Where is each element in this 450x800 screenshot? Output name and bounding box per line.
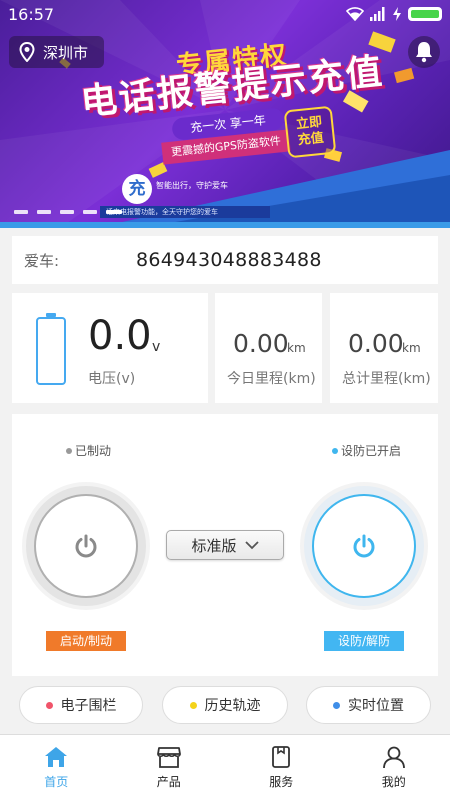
control-panel: 已制动 设防已开启 标准版 启动/制动 设防/解防 xyxy=(12,414,438,676)
power-icon xyxy=(75,534,97,558)
total-mileage-card: 0.00 km 总计里程(km) xyxy=(330,293,438,403)
geofence-button[interactable]: 电子围栏 xyxy=(19,686,143,724)
status-bar: 16:57 xyxy=(0,0,450,32)
promo-tagline: 智能出行，守护爱车 xyxy=(156,181,228,190)
alarm-status: 设防已开启 xyxy=(332,442,401,459)
history-track-dot xyxy=(189,701,197,709)
engine-status: 已制动 xyxy=(66,442,111,459)
vehicle-label: 爱车: xyxy=(24,251,60,270)
today-mileage-label: 今日里程(km) xyxy=(227,371,316,387)
status-icons xyxy=(346,7,442,21)
tab-home-label: 首页 xyxy=(44,775,69,789)
charging-icon xyxy=(393,7,401,21)
voltage-value: 0.0 xyxy=(88,313,152,359)
tab-services-label: 服务 xyxy=(269,775,294,789)
chevron-down-icon xyxy=(244,540,259,549)
bottom-tab-bar: 首页 产品 服务 我的 xyxy=(0,734,450,800)
notification-button[interactable] xyxy=(408,36,440,68)
voltage-card: 0.0 v 电压(v) xyxy=(12,293,208,403)
engine-action-button[interactable]: 启动/制动 xyxy=(46,631,126,651)
location-pin-icon xyxy=(19,42,35,62)
version-selected: 标准版 xyxy=(191,536,237,555)
tab-services[interactable]: 服务 xyxy=(225,735,338,800)
total-mileage-unit: km xyxy=(402,341,421,355)
version-dropdown[interactable]: 标准版 xyxy=(166,530,284,560)
bell-icon xyxy=(416,42,432,63)
engine-status-text: 已制动 xyxy=(75,444,112,458)
tab-home[interactable]: 首页 xyxy=(0,735,113,800)
city-name: 深圳市 xyxy=(43,43,89,62)
alarm-toggle[interactable] xyxy=(304,486,424,606)
pager-dot-active[interactable] xyxy=(106,210,122,214)
tab-profile[interactable]: 我的 xyxy=(338,735,450,800)
wifi-icon xyxy=(346,7,364,21)
tab-products[interactable]: 产品 xyxy=(113,735,226,800)
total-mileage-value: 0.00 xyxy=(348,329,404,358)
today-mileage-unit: km xyxy=(287,341,306,355)
alarm-action-button[interactable]: 设防/解防 xyxy=(324,631,404,651)
history-track-button[interactable]: 历史轨迹 xyxy=(162,686,288,724)
geofence-dot xyxy=(45,701,53,709)
total-mileage-label: 总计里程(km) xyxy=(342,371,431,387)
voltage-unit: v xyxy=(152,339,161,355)
pager-dot[interactable] xyxy=(83,210,97,214)
history-track-label: 历史轨迹 xyxy=(204,698,261,714)
alarm-status-dot xyxy=(332,447,338,454)
power-icon xyxy=(353,534,375,558)
voltage-label: 电压(v) xyxy=(88,371,136,387)
battery-icon xyxy=(408,7,442,21)
promo-logo: 充 xyxy=(122,174,152,204)
city-selector[interactable]: 深圳市 xyxy=(9,36,104,68)
pager-dot[interactable] xyxy=(37,210,51,214)
person-icon xyxy=(382,746,405,769)
alarm-status-text: 设防已开启 xyxy=(341,444,402,458)
promo-strip-text: 话来电报警功能，全天守护您的爱车 xyxy=(100,206,270,218)
promo-cta-button[interactable]: 立即 充值 xyxy=(283,105,337,159)
engine-status-dot xyxy=(66,447,72,454)
signal-icon xyxy=(370,7,385,21)
realtime-location-label: 实时位置 xyxy=(348,698,404,714)
tab-profile-label: 我的 xyxy=(381,775,406,789)
battery-level-icon xyxy=(36,313,66,385)
pager-dot[interactable] xyxy=(14,210,28,214)
vehicle-card[interactable]: 爱车: 864943048883488 xyxy=(12,236,438,284)
geofence-label: 电子围栏 xyxy=(60,698,117,714)
banner-pager xyxy=(14,210,122,214)
tab-products-label: 产品 xyxy=(156,775,181,789)
home-icon xyxy=(45,747,68,767)
engine-toggle[interactable] xyxy=(26,486,146,606)
vehicle-id: 864943048883488 xyxy=(136,249,322,271)
realtime-location-button[interactable]: 实时位置 xyxy=(306,686,431,724)
today-mileage-card: 0.00 km 今日里程(km) xyxy=(215,293,322,403)
banner-bottom-band xyxy=(0,222,450,228)
promo-cta-line2: 充值 xyxy=(297,130,325,149)
bookmark-icon xyxy=(272,746,291,768)
pager-dot[interactable] xyxy=(60,210,74,214)
store-icon xyxy=(156,747,181,768)
promo-banner[interactable]: 16:57 深圳市 专属特权 电话报警提示充值 充一次 享一年 更震撼的GPS防… xyxy=(0,0,450,228)
realtime-location-dot xyxy=(333,701,340,709)
today-mileage-value: 0.00 xyxy=(233,329,289,358)
status-time: 16:57 xyxy=(8,5,55,24)
